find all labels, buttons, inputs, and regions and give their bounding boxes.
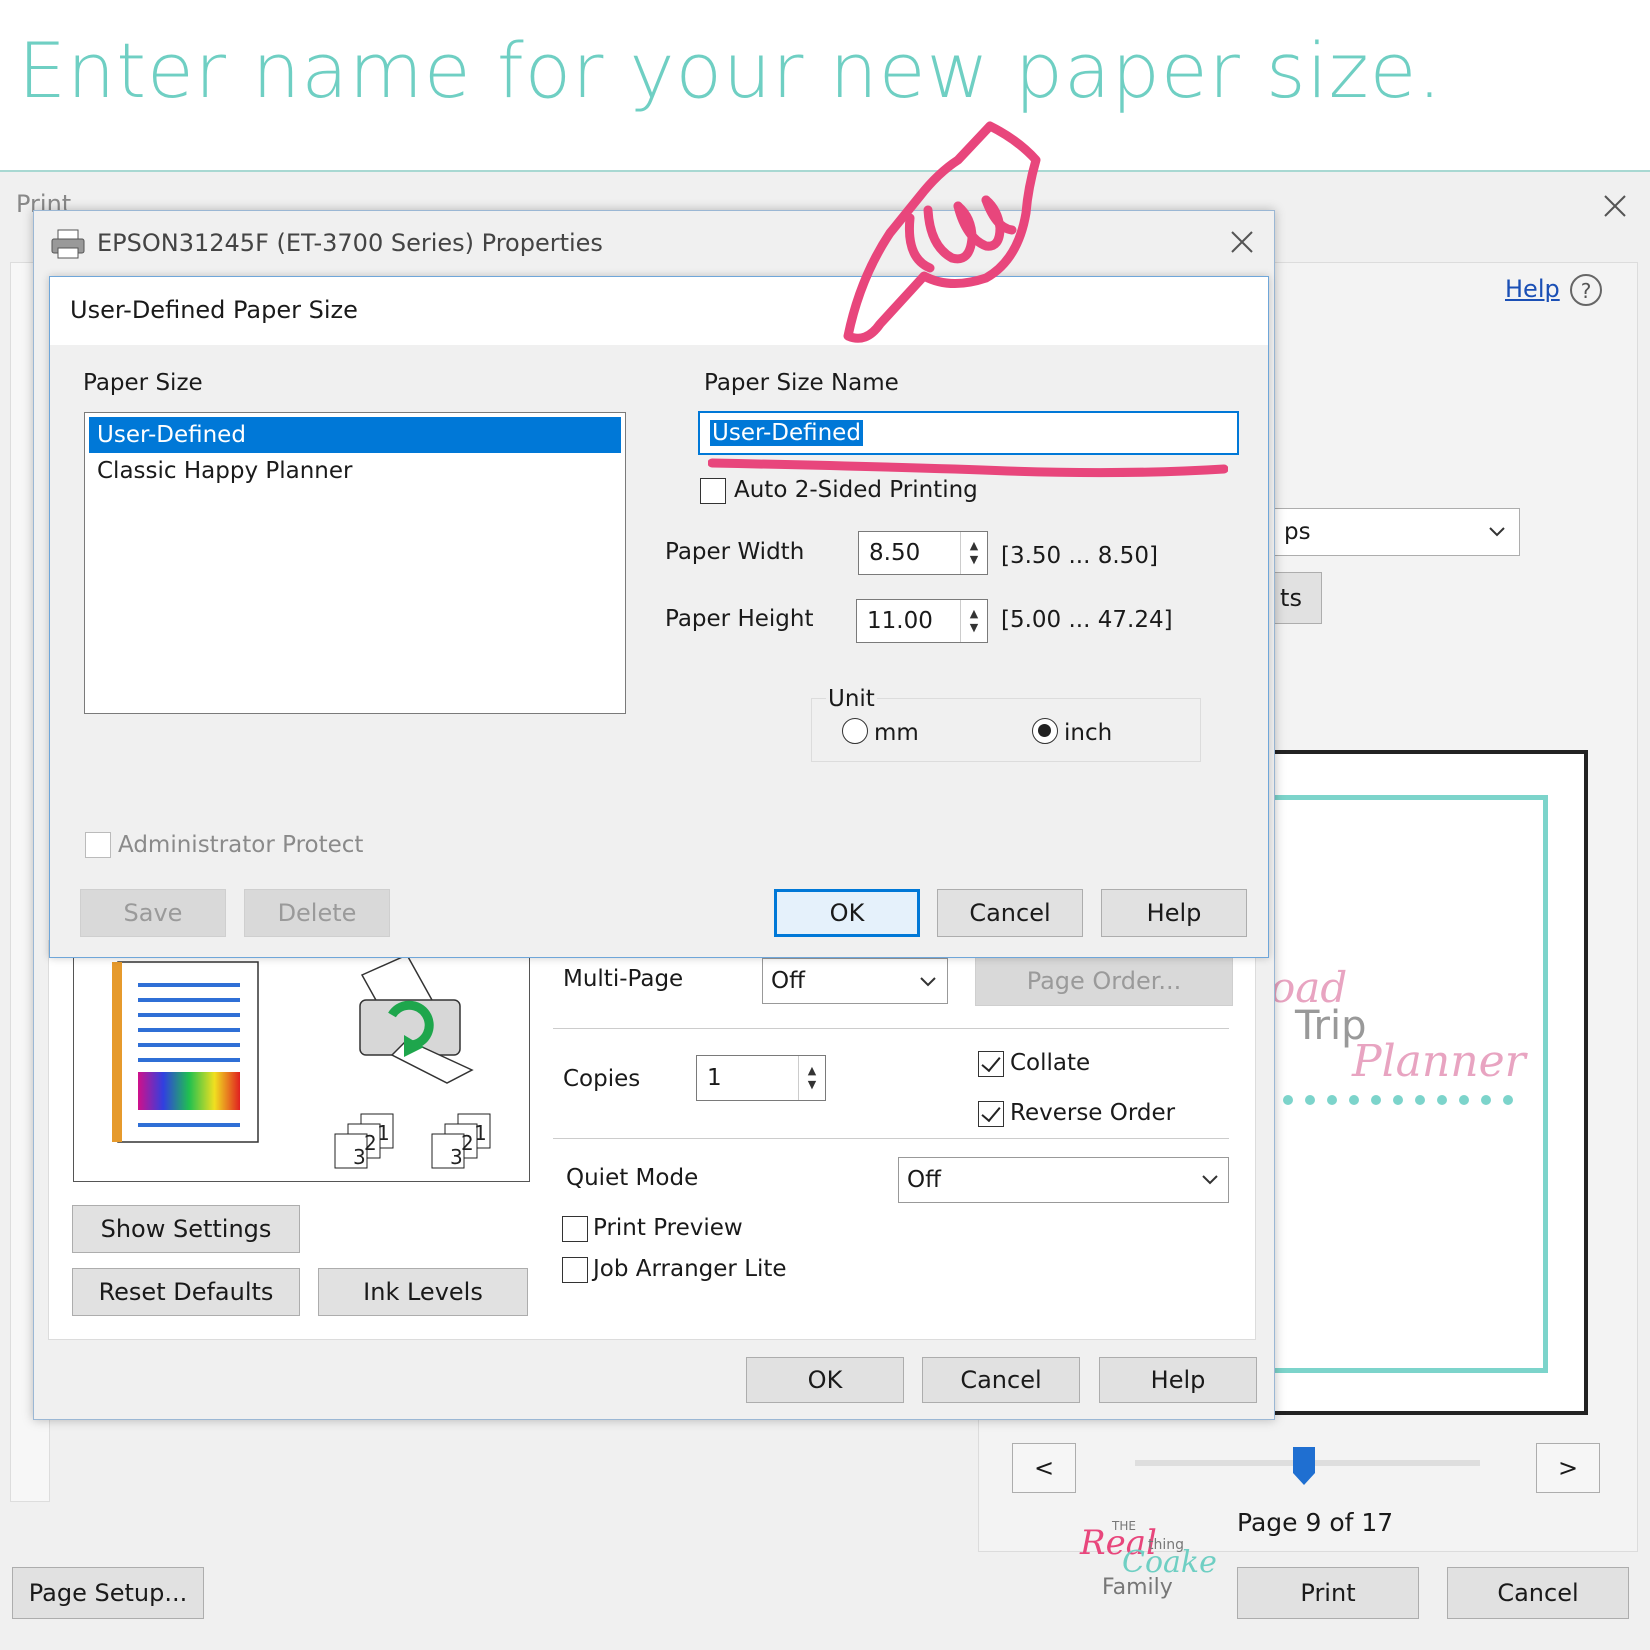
- print-window-close-icon[interactable]: [1595, 186, 1635, 226]
- paper-size-name-input[interactable]: User-Defined: [698, 411, 1239, 455]
- selected-text: User-Defined: [710, 420, 863, 446]
- user-defined-dialog-title: User-Defined Paper Size: [70, 296, 358, 324]
- svg-text:2: 2: [364, 1131, 377, 1155]
- chevron-down-icon: [1487, 522, 1507, 542]
- paper-height-stepper[interactable]: 11.00 ▲ ▼: [856, 599, 988, 643]
- admin-protect-label: Administrator Protect: [118, 832, 364, 858]
- headline-text: Enter name for your new paper size.: [18, 26, 1443, 115]
- job-arranger-label: Job Arranger Lite: [593, 1256, 787, 1282]
- preview-dots: [1280, 1092, 1520, 1106]
- auto-2-sided-label: Auto 2-Sided Printing: [734, 477, 978, 503]
- svg-text:1: 1: [377, 1121, 390, 1145]
- ink-levels-button[interactable]: Ink Levels: [318, 1268, 528, 1316]
- copies-stepper[interactable]: 1 ▲ ▼: [696, 1055, 826, 1101]
- chevron-down-icon: [1200, 1170, 1220, 1190]
- job-arranger-checkbox[interactable]: [562, 1257, 588, 1283]
- chevron-down-icon: [918, 972, 938, 992]
- paper-width-label: Paper Width: [665, 539, 805, 565]
- properties-dialog-title: EPSON31245F (ET-3700 Series) Properties: [97, 229, 603, 257]
- help-link[interactable]: Help: [1505, 275, 1560, 303]
- delete-button[interactable]: Delete: [244, 889, 390, 937]
- print-preview-checkbox[interactable]: [562, 1216, 588, 1242]
- copies-label: Copies: [563, 1066, 641, 1092]
- user-defined-ok-button[interactable]: OK: [774, 889, 920, 937]
- save-button[interactable]: Save: [80, 889, 226, 937]
- reverse-order-checkbox[interactable]: [978, 1101, 1004, 1127]
- stack-icon-2: 1 2 3: [430, 1112, 510, 1170]
- printer-profile-value: ps: [1284, 519, 1311, 545]
- preview-page-slider-thumb[interactable]: [1291, 1445, 1317, 1487]
- print-button[interactable]: Print: [1237, 1567, 1419, 1619]
- pointing-hand-icon: [840, 118, 1080, 358]
- collate-label: Collate: [1010, 1050, 1091, 1076]
- paper-height-label: Paper Height: [665, 606, 814, 632]
- print-cancel-button[interactable]: Cancel: [1447, 1567, 1629, 1619]
- stack-icon-1: 1 2 3: [333, 1112, 413, 1170]
- quiet-mode-label: Quiet Mode: [566, 1165, 699, 1191]
- unit-label: Unit: [826, 686, 877, 712]
- unit-mm-radio[interactable]: [842, 718, 868, 744]
- unit-inch-label: inch: [1064, 720, 1113, 746]
- page-setup-button[interactable]: Page Setup...: [12, 1567, 204, 1619]
- preview-prev-button[interactable]: <: [1012, 1443, 1076, 1493]
- spin-arrows-icon[interactable]: ▲ ▼: [960, 532, 987, 574]
- paper-size-label: Paper Size: [83, 370, 203, 396]
- svg-text:1: 1: [474, 1121, 487, 1145]
- svg-text:3: 3: [450, 1145, 463, 1169]
- preview-logo-line3: Planner: [1352, 1036, 1526, 1087]
- multi-page-label: Multi-Page: [563, 966, 684, 992]
- spin-arrows-icon[interactable]: ▲ ▼: [960, 600, 987, 642]
- preview-next-button[interactable]: >: [1536, 1443, 1600, 1493]
- properties-ok-button[interactable]: OK: [746, 1357, 904, 1403]
- unit-inch-radio[interactable]: [1032, 718, 1058, 744]
- watermark-logo: THE Real thing Coake Family: [1080, 1519, 1217, 1600]
- paper-size-item-classic-happy-planner[interactable]: Classic Happy Planner: [89, 453, 621, 489]
- reset-defaults-button[interactable]: Reset Defaults: [72, 1268, 300, 1316]
- help-circle-icon[interactable]: ?: [1570, 274, 1602, 306]
- divider: [553, 1028, 1229, 1029]
- collate-checkbox[interactable]: [978, 1051, 1004, 1077]
- reverse-order-label: Reverse Order: [1010, 1100, 1176, 1126]
- divider: [553, 1138, 1229, 1139]
- unit-mm-label: mm: [874, 720, 919, 746]
- print-preview-label: Print Preview: [593, 1215, 743, 1241]
- properties-close-icon[interactable]: [1222, 222, 1262, 262]
- quiet-mode-select[interactable]: Off: [898, 1157, 1229, 1203]
- svg-text:3: 3: [353, 1145, 366, 1169]
- printer-profile-select[interactable]: ps: [1260, 508, 1520, 556]
- paper-width-range: [3.50 ... 8.50]: [1001, 543, 1158, 569]
- properties-cancel-button[interactable]: Cancel: [922, 1357, 1080, 1403]
- document-thumbnail: [110, 960, 260, 1145]
- properties-help-button[interactable]: Help: [1099, 1357, 1257, 1403]
- user-defined-help-button[interactable]: Help: [1101, 889, 1247, 937]
- paper-size-list[interactable]: User-Defined Classic Happy Planner: [84, 412, 626, 714]
- printer-icon: [50, 226, 86, 262]
- svg-text:2: 2: [461, 1131, 474, 1155]
- spin-arrows-icon[interactable]: ▲ ▼: [798, 1056, 825, 1100]
- show-settings-button[interactable]: Show Settings: [72, 1205, 300, 1253]
- admin-protect-checkbox[interactable]: [85, 832, 111, 858]
- paper-height-range: [5.00 ... 47.24]: [1001, 607, 1173, 633]
- page-indicator: Page 9 of 17: [1237, 1508, 1394, 1537]
- auto-2-sided-checkbox[interactable]: [700, 478, 726, 504]
- page-order-button[interactable]: Page Order...: [975, 956, 1233, 1006]
- printer-graphic-icon: [352, 954, 482, 1090]
- paper-size-item-user-defined[interactable]: User-Defined: [89, 417, 621, 453]
- paper-size-name-label: Paper Size Name: [704, 370, 899, 396]
- paper-width-stepper[interactable]: 8.50 ▲ ▼: [858, 531, 988, 575]
- user-defined-cancel-button[interactable]: Cancel: [937, 889, 1083, 937]
